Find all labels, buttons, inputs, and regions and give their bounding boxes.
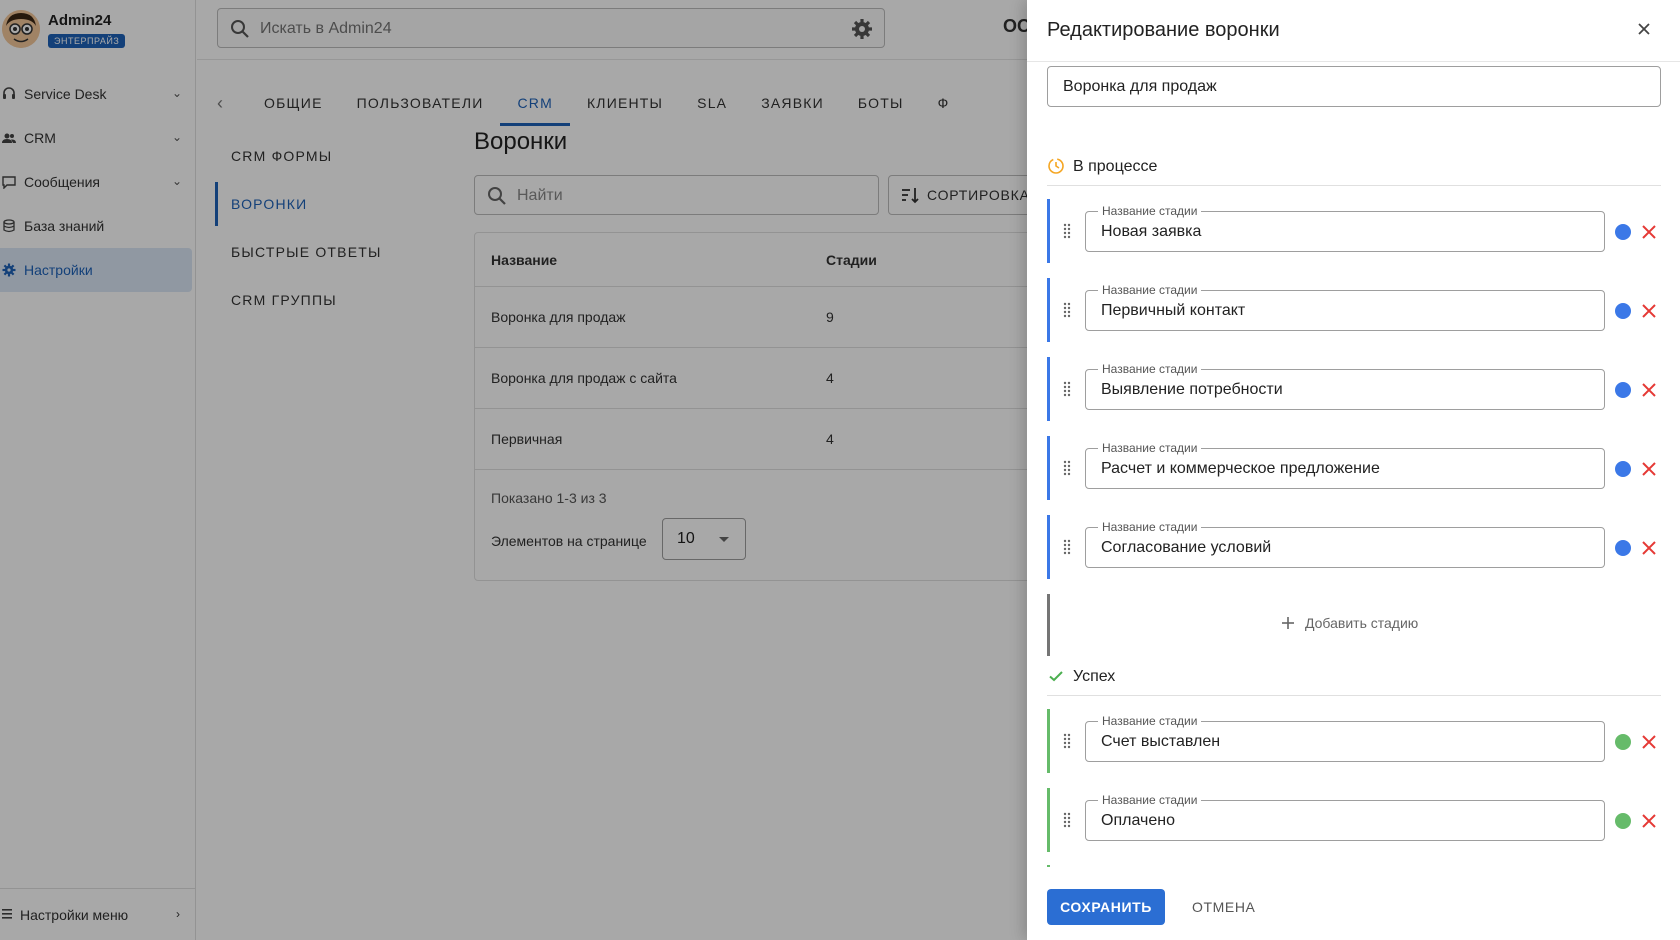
edit-funnel-drawer: Редактирование воронки Воронка для прода…	[1027, 0, 1680, 940]
stage-color-bar	[1047, 788, 1050, 852]
stage-name-input[interactable]: Название стадии Оплачено	[1085, 793, 1605, 841]
stage-color-bar	[1047, 515, 1050, 579]
stage-color-bar	[1047, 199, 1050, 263]
stage-name-input[interactable]: Название стадии Расчет и коммерческое пр…	[1085, 441, 1605, 489]
check-icon	[1049, 671, 1063, 682]
group-success: Успех	[1047, 658, 1661, 696]
drawer-footer: СОХРАНИТЬ ОТМЕНА	[1027, 867, 1680, 940]
delete-stage-icon[interactable]	[1640, 223, 1658, 241]
stage-row: Название стадии Счет выставлен	[1047, 709, 1661, 773]
drawer-title: Редактирование воронки	[1047, 19, 1280, 41]
close-icon[interactable]	[1633, 18, 1655, 40]
stage-field-label: Название стадии	[1098, 714, 1202, 728]
modal-backdrop[interactable]	[0, 0, 1027, 940]
delete-stage-icon[interactable]	[1640, 302, 1658, 320]
stage-name-input[interactable]: Название стадии Первичный контакт	[1085, 283, 1605, 331]
drag-handle-icon[interactable]	[1063, 539, 1071, 555]
save-button[interactable]: СОХРАНИТЬ	[1047, 889, 1165, 925]
drag-handle-icon[interactable]	[1063, 460, 1071, 476]
delete-stage-icon[interactable]	[1640, 539, 1658, 557]
stage-name-input[interactable]: Название стадии Счет выставлен	[1085, 714, 1605, 762]
stage-row: Название стадии Выявление потребности	[1047, 357, 1661, 421]
delete-stage-icon[interactable]	[1640, 460, 1658, 478]
stage-color-bar	[1047, 594, 1050, 656]
drag-handle-icon[interactable]	[1063, 302, 1071, 318]
cancel-button[interactable]: ОТМЕНА	[1192, 889, 1256, 925]
group-label: Успех	[1073, 668, 1116, 685]
stage-color-picker[interactable]	[1615, 461, 1631, 477]
stage-name-value: Первичный контакт	[1101, 302, 1246, 319]
stage-name-value: Счет выставлен	[1101, 733, 1221, 750]
stage-color-picker[interactable]	[1615, 813, 1631, 829]
stage-color-bar	[1047, 278, 1050, 342]
stage-row: Название стадии Расчет и коммерческое пр…	[1047, 436, 1661, 500]
funnel-name-input[interactable]: Воронка для продаж	[1047, 66, 1661, 107]
stage-name-value: Выявление потребности	[1101, 381, 1283, 398]
add-stage-label: Добавить стадию	[1305, 615, 1419, 631]
drag-handle-icon[interactable]	[1063, 381, 1071, 397]
drawer-body: Воронка для продаж В процессе Название с…	[1027, 62, 1680, 867]
add-stage-button[interactable]: Добавить стадию	[1281, 615, 1418, 631]
stage-name-value: Оплачено	[1101, 812, 1175, 829]
stage-color-picker[interactable]	[1615, 734, 1631, 750]
stage-name-value: Согласование условий	[1101, 539, 1272, 556]
stage-name-input[interactable]: Название стадии Согласование условий	[1085, 520, 1605, 568]
stage-name-value: Расчет и коммерческое предложение	[1101, 460, 1380, 477]
stage-name-input[interactable]: Название стадии Выявление потребности	[1085, 362, 1605, 410]
drawer-header: Редактирование воронки	[1027, 0, 1680, 62]
stage-field-label: Название стадии	[1098, 793, 1202, 807]
stage-color-picker[interactable]	[1615, 224, 1631, 240]
delete-stage-icon[interactable]	[1640, 733, 1658, 751]
drag-handle-icon[interactable]	[1063, 812, 1071, 828]
stage-field-label: Название стадии	[1098, 362, 1202, 376]
stage-color-bar	[1047, 709, 1050, 773]
drag-handle-icon[interactable]	[1063, 733, 1071, 749]
stage-color-bar	[1047, 357, 1050, 421]
stage-color-bar	[1047, 436, 1050, 500]
stage-name-input[interactable]: Название стадии Новая заявка	[1085, 204, 1605, 252]
delete-stage-icon[interactable]	[1640, 381, 1658, 399]
stage-color-picker[interactable]	[1615, 382, 1631, 398]
delete-stage-icon[interactable]	[1640, 812, 1658, 830]
plus-icon	[1282, 617, 1294, 629]
stage-name-value: Новая заявка	[1101, 223, 1202, 240]
funnel-name-value: Воронка для продаж	[1063, 78, 1217, 95]
add-stage-row: Добавить стадию	[1047, 594, 1661, 656]
stage-row: Название стадии Согласование условий	[1047, 515, 1661, 579]
stage-color-picker[interactable]	[1615, 540, 1631, 556]
group-in-progress: В процессе	[1047, 148, 1661, 186]
stage-color-picker[interactable]	[1615, 303, 1631, 319]
stage-field-label: Название стадии	[1098, 204, 1202, 218]
stage-field-label: Название стадии	[1098, 283, 1202, 297]
stage-row: Название стадии Новая заявка	[1047, 199, 1661, 263]
stage-row: Название стадии Первичный контакт	[1047, 278, 1661, 342]
clock-icon	[1048, 158, 1064, 174]
drag-handle-icon[interactable]	[1063, 223, 1071, 239]
stage-field-label: Название стадии	[1098, 441, 1202, 455]
stage-field-label: Название стадии	[1098, 520, 1202, 534]
group-label: В процессе	[1073, 158, 1158, 175]
stage-row: Название стадии Оплачено	[1047, 788, 1661, 852]
